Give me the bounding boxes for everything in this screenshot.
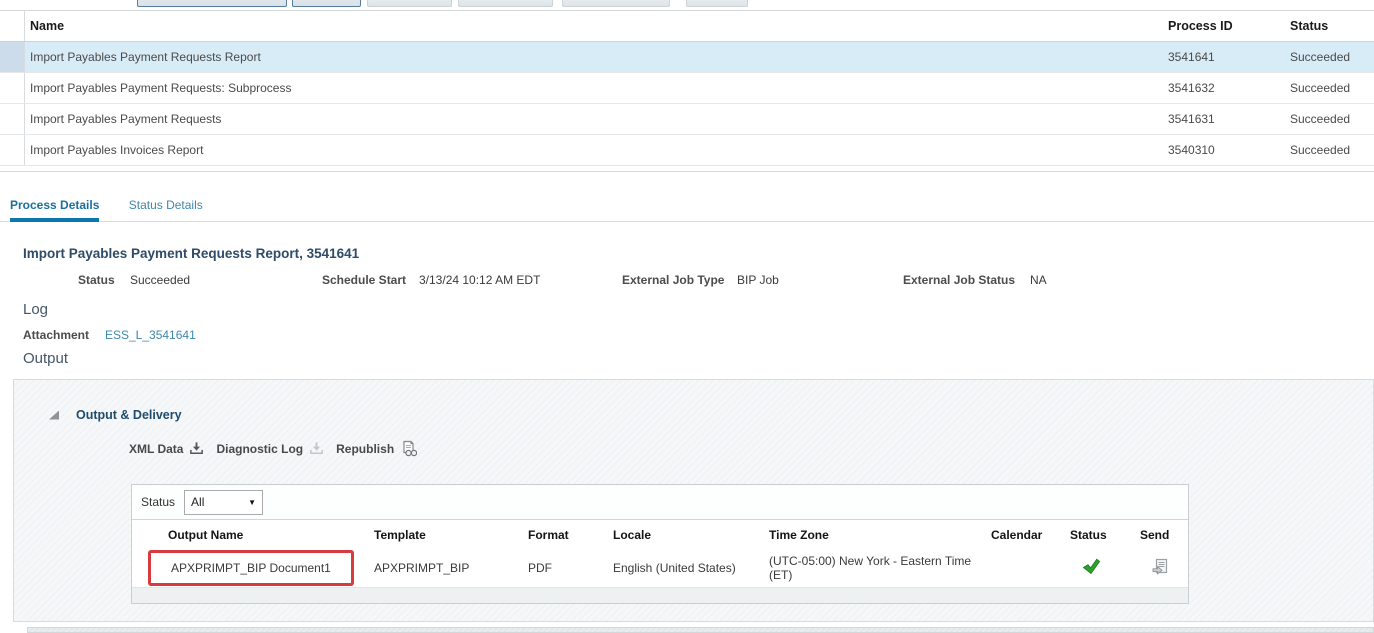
horizontal-scrollbar[interactable] — [27, 627, 1374, 633]
output-table-header: Output Name Template Format Locale Time … — [132, 519, 1188, 549]
xml-data-button[interactable]: XML Data — [129, 441, 204, 456]
schedule-start-label: Schedule Start — [322, 273, 406, 287]
locale-cell: English (United States) — [613, 561, 769, 575]
output-table-row[interactable]: APXPRIMPT_BIP Document1 APXPRIMPT_BIP PD… — [132, 549, 1188, 587]
format-cell: PDF — [528, 561, 613, 575]
external-job-status-value: NA — [1030, 273, 1047, 287]
table-row[interactable]: Import Payables Payment Requests Report … — [0, 42, 1374, 73]
row-selector-gutter[interactable] — [0, 135, 25, 165]
column-header-send[interactable]: Send — [1140, 528, 1190, 542]
section-title: Output & Delivery — [76, 408, 182, 422]
process-name[interactable]: Import Payables Invoices Report — [25, 135, 1168, 165]
output-table-footer — [132, 587, 1188, 603]
output-section-heading: Output — [23, 350, 68, 367]
process-status: Succeeded — [1290, 42, 1374, 72]
column-header-status[interactable]: Status — [1290, 11, 1374, 41]
status-filter-row: Status All ▼ — [132, 485, 1188, 519]
process-id: 3540310 — [1168, 135, 1290, 165]
process-table-header: Name Process ID Status — [0, 10, 1374, 42]
process-id: 3541641 — [1168, 42, 1290, 72]
process-status: Succeeded — [1290, 135, 1374, 165]
row-selector-gutter — [0, 11, 25, 41]
page-title: Import Payables Payment Requests Report,… — [23, 246, 359, 261]
process-id: 3541631 — [1168, 104, 1290, 134]
output-delivery-panel: Output & Delivery XML Data Diagnostic Lo… — [13, 379, 1374, 622]
row-selector-gutter[interactable] — [0, 42, 25, 72]
scheduled-processes-screen: Name Process ID Status Import Payables P… — [0, 0, 1374, 633]
column-header-format[interactable]: Format — [528, 528, 613, 542]
republish-document-icon — [400, 440, 417, 457]
table-row[interactable]: Import Payables Payment Requests 3541631… — [0, 104, 1374, 135]
diagnostic-log-button[interactable]: Diagnostic Log — [216, 441, 324, 456]
download-icon-disabled — [309, 441, 324, 456]
process-id: 3541632 — [1168, 73, 1290, 103]
collapse-triangle-icon[interactable] — [49, 411, 59, 420]
row-selector-gutter[interactable] — [0, 73, 25, 103]
template-cell: APXPRIMPT_BIP — [374, 561, 528, 575]
output-table-box: Status All ▼ Output Name Template Format… — [131, 484, 1189, 604]
top-toolbar — [0, 0, 1374, 8]
column-header-output-name[interactable]: Output Name — [132, 528, 374, 542]
red-annotation-box: APXPRIMPT_BIP Document1 — [148, 550, 354, 586]
status-filter-dropdown[interactable]: All ▼ — [184, 490, 263, 515]
success-check-icon — [1082, 558, 1101, 575]
table-row[interactable]: Import Payables Payment Requests: Subpro… — [0, 73, 1374, 104]
log-section-heading: Log — [23, 301, 48, 318]
status-cell — [1070, 558, 1140, 578]
column-header-locale[interactable]: Locale — [613, 528, 769, 542]
toolbar-button-1[interactable] — [137, 0, 287, 7]
row-selector-gutter[interactable] — [0, 104, 25, 134]
output-name-link[interactable]: APXPRIMPT_BIP Document1 — [171, 561, 331, 575]
process-name[interactable]: Import Payables Payment Requests: Subpro… — [25, 73, 1168, 103]
detail-fields: Status Succeeded Schedule Start 3/13/24 … — [0, 273, 1374, 291]
time-zone-cell: (UTC-05:00) New York - Eastern Time (ET) — [769, 554, 991, 582]
process-name[interactable]: Import Payables Payment Requests Report — [25, 42, 1168, 72]
attachment-label: Attachment — [23, 328, 89, 342]
caret-down-icon: ▼ — [248, 498, 256, 507]
status-value: Succeeded — [130, 273, 190, 287]
column-header-template[interactable]: Template — [374, 528, 528, 542]
table-bottom-border — [0, 166, 1374, 172]
process-results-table: Name Process ID Status Import Payables P… — [0, 10, 1374, 172]
output-name-cell[interactable]: APXPRIMPT_BIP Document1 — [132, 550, 374, 586]
section-header[interactable]: Output & Delivery — [49, 408, 182, 422]
process-status: Succeeded — [1290, 104, 1374, 134]
toolbar-button-3[interactable] — [367, 0, 452, 7]
detail-tabs: Process Details Status Details — [0, 194, 1374, 222]
tab-process-details[interactable]: Process Details — [10, 194, 99, 222]
republish-button[interactable]: Republish — [336, 440, 417, 457]
attachment-link[interactable]: ESS_L_3541641 — [105, 328, 196, 342]
column-header-name[interactable]: Name — [25, 11, 1168, 41]
send-document-icon — [1152, 558, 1170, 576]
status-label: Status — [78, 273, 115, 287]
column-header-time-zone[interactable]: Time Zone — [769, 528, 991, 542]
toolbar-button-4[interactable] — [458, 0, 553, 7]
dropdown-selected-value: All — [191, 495, 248, 509]
process-name[interactable]: Import Payables Payment Requests — [25, 104, 1168, 134]
external-job-status-label: External Job Status — [903, 273, 1015, 287]
column-header-process-id[interactable]: Process ID — [1168, 11, 1290, 41]
toolbar-button-5[interactable] — [562, 0, 670, 7]
table-row[interactable]: Import Payables Invoices Report 3540310 … — [0, 135, 1374, 166]
process-status: Succeeded — [1290, 73, 1374, 103]
tab-status-details[interactable]: Status Details — [129, 194, 203, 222]
output-toolbar: XML Data Diagnostic Log Republish — [129, 440, 417, 457]
external-job-type-value: BIP Job — [737, 273, 779, 287]
toolbar-button-2[interactable] — [292, 0, 361, 7]
column-header-calendar[interactable]: Calendar — [991, 528, 1070, 542]
column-header-status[interactable]: Status — [1070, 528, 1140, 542]
status-filter-label: Status — [141, 495, 175, 509]
send-cell[interactable] — [1140, 558, 1190, 579]
schedule-start-value: 3/13/24 10:12 AM EDT — [419, 273, 540, 287]
download-icon — [189, 441, 204, 456]
toolbar-button-6[interactable] — [686, 0, 748, 7]
external-job-type-label: External Job Type — [622, 273, 724, 287]
